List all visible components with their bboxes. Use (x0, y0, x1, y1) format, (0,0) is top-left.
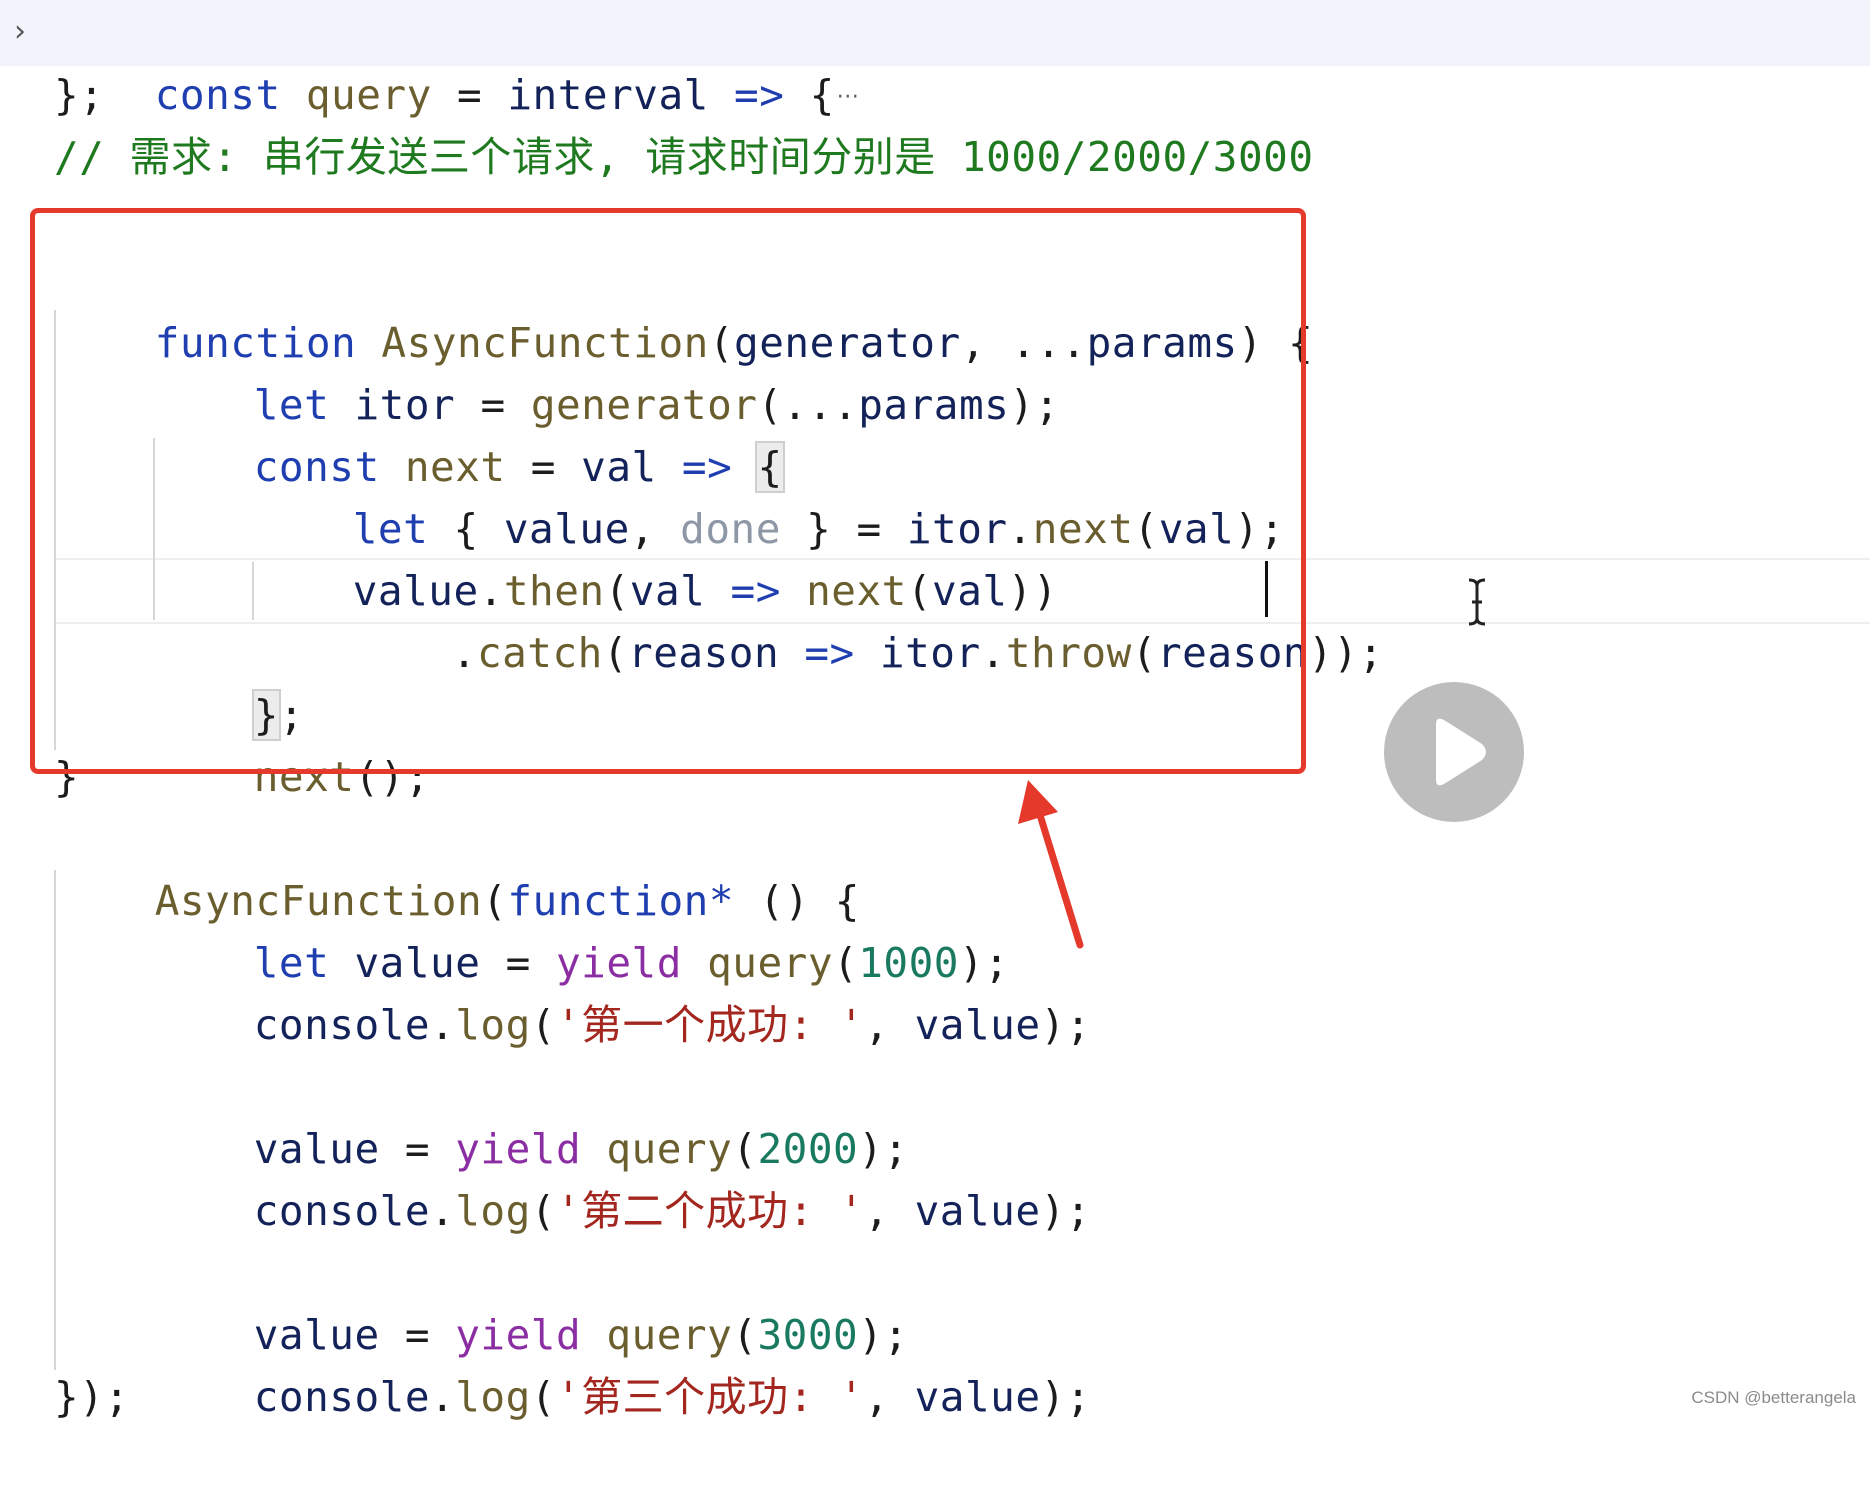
code-token: '第三个成功: ' (555, 1373, 865, 1421)
ibeam-cursor-icon (1468, 578, 1486, 626)
code-token: catch (476, 629, 603, 677)
code-token: . (430, 1001, 456, 1049)
code-token: '第二个成功: ' (555, 1187, 865, 1235)
code-line: let { value, done } = itor.next(val); (252, 436, 1285, 553)
code-token: ); (1040, 1373, 1091, 1421)
code-token: params (858, 381, 1010, 429)
code-token: val (1158, 505, 1235, 553)
code-token: ); (1040, 1187, 1091, 1235)
code-token: const (154, 71, 281, 119)
code-token: next (253, 753, 355, 801)
code-token: value (914, 1001, 1041, 1049)
code-token: reason (1156, 629, 1309, 677)
code-line: }); (54, 1373, 130, 1421)
code-token: , (864, 1187, 915, 1235)
chevron-right-icon[interactable]: › (14, 14, 42, 50)
code-line: value = yield query(3000); (153, 1242, 909, 1359)
code-token: => (804, 629, 855, 677)
code-token: => (734, 71, 785, 119)
code-token: log (455, 1373, 531, 1421)
play-button[interactable] (1384, 682, 1524, 822)
code-line: }; (54, 71, 105, 119)
code-token: console (253, 1187, 431, 1235)
code-token: ( (1133, 505, 1159, 553)
folded-code-ellipsis[interactable]: ··· (837, 67, 859, 129)
code-line: console.log('第三个成功: ', value); (153, 1304, 1091, 1421)
code-line: next(); (153, 684, 430, 801)
text-caret (1265, 561, 1268, 617)
code-line: console.log('第一个成功: ', value); (153, 932, 1091, 1049)
arrow-up-icon (1018, 780, 1084, 949)
code-line: value = yield query(2000); (153, 1056, 909, 1173)
code-token: console (253, 1001, 431, 1049)
code-token: ) { (1237, 319, 1314, 367)
code-line: console.log('第二个成功: ', value); (153, 1118, 1091, 1235)
code-token: reason (628, 629, 780, 677)
code-line: const next = val => { (153, 374, 785, 493)
code-token: (); (354, 753, 431, 801)
code-token: , (864, 1001, 915, 1049)
code-line: let itor = generator(...params); (153, 312, 1060, 429)
code-token: , (864, 1373, 915, 1421)
code-line: const query = interval => {··· (54, 2, 859, 119)
code-token: ( (530, 1001, 556, 1049)
code-token: log (455, 1187, 531, 1235)
code-editor[interactable]: › const query = interval => {··· }; // 需… (0, 0, 1870, 1421)
code-line: value.then(val => next(val)) (252, 498, 1058, 615)
code-token: ); (1234, 505, 1285, 553)
code-token: '第一个成功: ' (555, 1001, 865, 1049)
code-token: . (451, 629, 477, 677)
code-token: ( (530, 1373, 556, 1421)
code-token: query (305, 71, 432, 119)
watermark: CSDN @betterangela (1691, 1388, 1856, 1407)
code-token: . (430, 1187, 456, 1235)
code-token: console (253, 1373, 431, 1421)
code-token: ); (1009, 381, 1060, 429)
code-line: function AsyncFunction(generator, ...par… (54, 250, 1313, 367)
code-token: itor (879, 629, 981, 677)
code-token: = (456, 71, 483, 119)
play-icon (1436, 718, 1486, 786)
code-comment: // 需求: 串行发送三个请求, 请求时间分别是 1000/2000/3000 (54, 133, 1314, 181)
code-line: AsyncFunction(function* () { (54, 808, 860, 925)
code-token: ); (1040, 1001, 1091, 1049)
code-token: log (455, 1001, 531, 1049)
code-token: ... (782, 381, 859, 429)
code-line: .catch(reason => itor.throw(reason)); (351, 560, 1384, 677)
code-line: } (54, 753, 80, 801)
code-token: . (980, 629, 1006, 677)
code-token: value (914, 1187, 1041, 1235)
code-token: value (914, 1373, 1041, 1421)
code-token: ( (602, 629, 629, 677)
code-token: . (430, 1373, 456, 1421)
code-token: { (809, 71, 835, 119)
code-line: let value = yield query(1000); (153, 870, 1009, 987)
code-token: params (1086, 319, 1238, 367)
code-token: ( (1131, 629, 1157, 677)
code-token: )); (1308, 629, 1384, 677)
code-line: }; (153, 622, 304, 741)
code-token: ( (530, 1187, 556, 1235)
code-token: interval (507, 71, 709, 119)
code-token: throw (1005, 629, 1132, 677)
